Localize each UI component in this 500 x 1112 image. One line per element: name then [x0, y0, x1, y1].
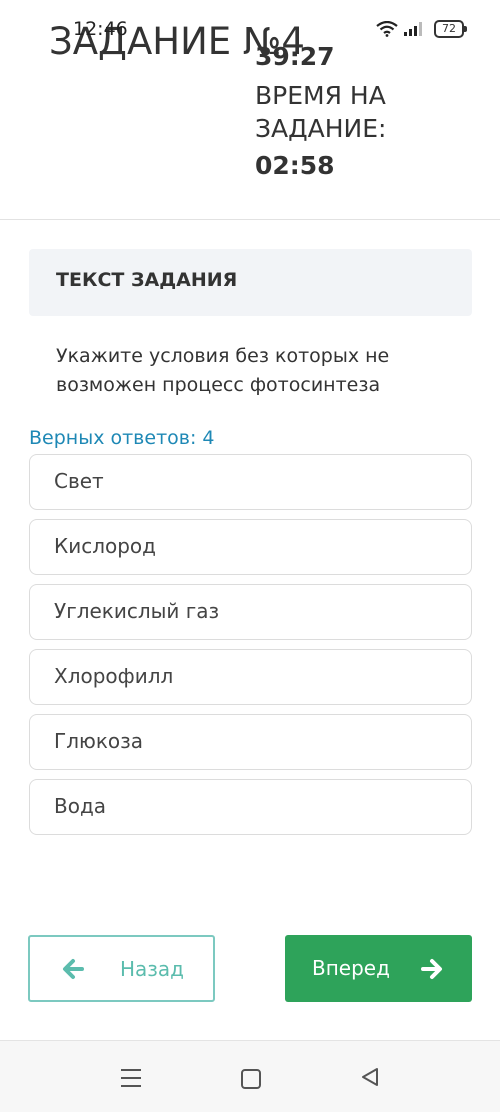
back-button-label: Назад: [120, 957, 185, 981]
status-icons: 72: [376, 20, 467, 38]
answer-option[interactable]: Глюкоза: [29, 714, 472, 770]
wifi-icon: [376, 21, 398, 37]
answer-option[interactable]: Свет: [29, 454, 472, 510]
system-nav-bar: [0, 1040, 500, 1112]
answer-option[interactable]: Углекислый газ: [29, 584, 472, 640]
question-text: Укажите условия без которых не возможен …: [56, 345, 390, 396]
arrow-right-icon: [421, 959, 442, 979]
answer-list: Свет Кислород Углекислый газ Хлорофилл Г…: [29, 454, 472, 844]
status-bar: 12:46 72: [0, 0, 500, 60]
next-button-label: Вперед: [312, 956, 390, 980]
triangle-back-icon[interactable]: [360, 1067, 380, 1087]
back-button[interactable]: Назад: [28, 935, 215, 1002]
signal-icon: [404, 22, 422, 36]
header-divider: [0, 219, 500, 220]
next-button[interactable]: Вперед: [285, 935, 472, 1002]
home-square-icon[interactable]: [241, 1069, 261, 1089]
time-for-task-label: ВРЕМЯ НА ЗАДАНИЕ:: [255, 81, 387, 143]
battery-icon: 72: [434, 20, 467, 38]
answer-option[interactable]: Кислород: [29, 519, 472, 575]
answer-option[interactable]: Хлорофилл: [29, 649, 472, 705]
correct-answers-count: Верных ответов: 4: [29, 427, 215, 449]
section-title: ТЕКСТ ЗАДАНИЯ: [56, 269, 238, 291]
task-text-section: ТЕКСТ ЗАДАНИЯ: [29, 249, 472, 316]
arrow-left-icon: [63, 959, 84, 979]
status-time: 12:46: [73, 18, 128, 40]
time-for-task-value: 02:58: [255, 151, 335, 180]
answer-option[interactable]: Вода: [29, 779, 472, 835]
menu-icon[interactable]: [121, 1069, 141, 1087]
